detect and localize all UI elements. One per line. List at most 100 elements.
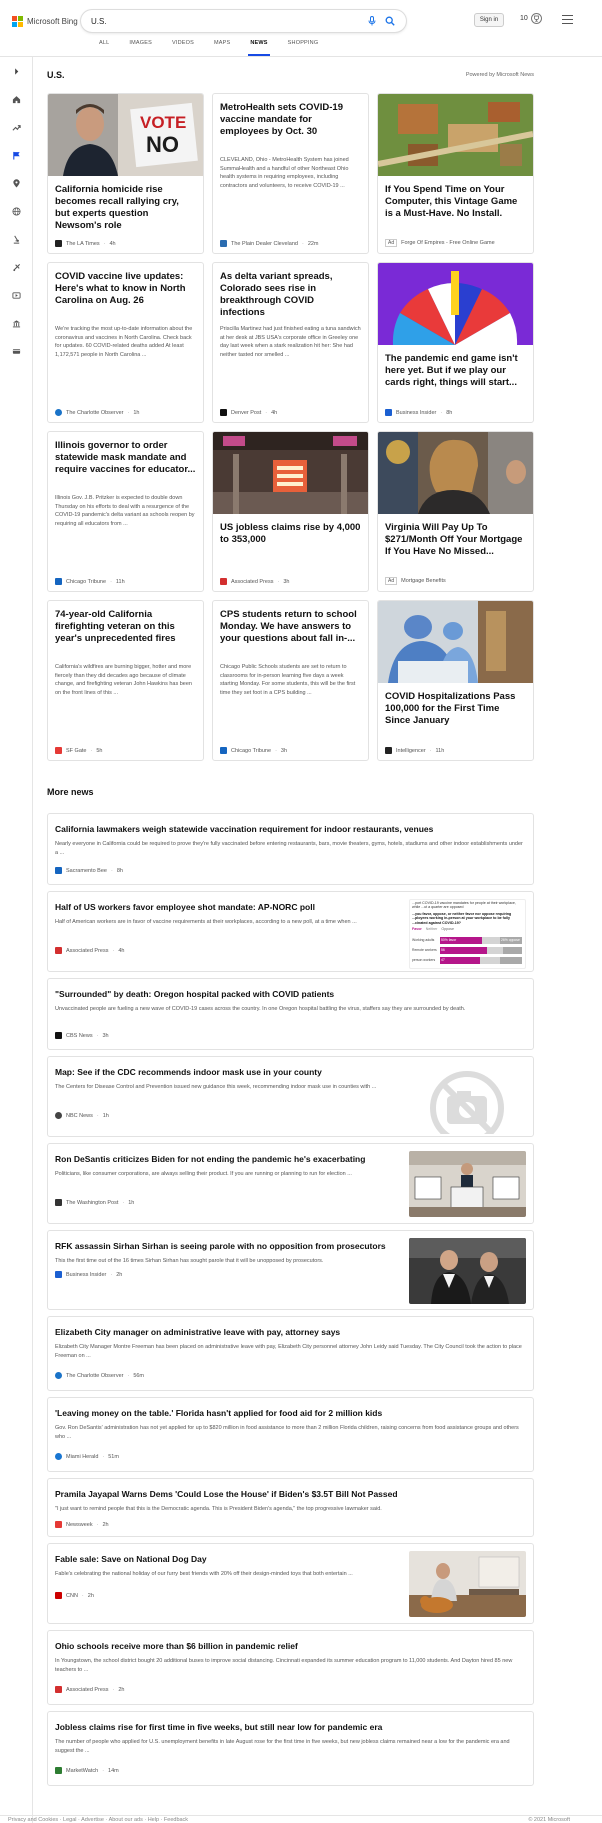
- row-title[interactable]: Ron DeSantis criticizes Biden for not en…: [55, 1154, 365, 1165]
- row-title[interactable]: Fable sale: Save on National Dog Day: [55, 1554, 207, 1565]
- news-list-item[interactable]: Ron DeSantis criticizes Biden for not en…: [47, 1143, 534, 1224]
- row-source[interactable]: Newsweek · 2h: [55, 1521, 109, 1528]
- news-list-item[interactable]: Pramila Jayapal Warns Dems 'Could Lose t…: [47, 1478, 534, 1537]
- news-card[interactable]: Illinois governor to order statewide mas…: [47, 431, 204, 592]
- search-box[interactable]: U.S.: [81, 10, 406, 32]
- hamburger-menu-icon[interactable]: [562, 15, 573, 24]
- card-title[interactable]: 74-year-old California firefighting vete…: [55, 609, 196, 645]
- news-card[interactable]: VOTE NO California homicide rise becomes …: [47, 93, 204, 254]
- entertainment-icon[interactable]: [0, 281, 33, 309]
- trending-icon[interactable]: [0, 113, 33, 141]
- chevron-right-icon[interactable]: [0, 57, 33, 85]
- ad-source[interactable]: Ad Forge Of Empires - Free Online Game: [385, 239, 495, 247]
- card-title[interactable]: COVID Hospitalizations Pass 100,000 for …: [385, 691, 526, 727]
- row-source[interactable]: Sacramento Bee · 8h: [55, 867, 123, 874]
- card-source[interactable]: Denver Post · 4h: [220, 409, 277, 416]
- microphone-icon[interactable]: [366, 15, 378, 27]
- card-source[interactable]: Associated Press · 3h: [220, 578, 289, 585]
- row-title[interactable]: Ohio schools receive more than $6 billio…: [55, 1641, 298, 1652]
- card-title[interactable]: COVID vaccine live updates: Here's what …: [55, 271, 196, 307]
- globe-icon[interactable]: [0, 197, 33, 225]
- sign-in-button[interactable]: Sign in: [474, 13, 504, 27]
- card-title[interactable]: MetroHealth sets COVID-19 vaccine mandat…: [220, 102, 361, 138]
- location-pin-icon[interactable]: [0, 169, 33, 197]
- money-icon[interactable]: [0, 337, 33, 365]
- news-card[interactable]: COVID vaccine live updates: Here's what …: [47, 262, 204, 423]
- footer-links[interactable]: Privacy and Cookies · Legal · Advertise …: [8, 1817, 188, 1823]
- row-source[interactable]: CBS News · 3h: [55, 1032, 109, 1039]
- news-card[interactable]: CPS students return to school Monday. We…: [212, 600, 369, 761]
- row-title[interactable]: Half of US workers favor employee shot m…: [55, 902, 315, 913]
- science-icon[interactable]: [0, 225, 33, 253]
- row-source[interactable]: Miami Herald · 51m: [55, 1453, 119, 1460]
- news-list-item[interactable]: Jobless claims rise for first time in fi…: [47, 1711, 534, 1786]
- tab-videos[interactable]: VIDEOS: [162, 40, 204, 56]
- news-list-item[interactable]: RFK assassin Sirhan Sirhan is seeing par…: [47, 1230, 534, 1310]
- card-source[interactable]: Intelligencer · 11h: [385, 747, 444, 754]
- news-list-item[interactable]: Elizabeth City manager on administrative…: [47, 1316, 534, 1391]
- row-source[interactable]: NBC News · 1h: [55, 1112, 109, 1119]
- row-title[interactable]: "Surrounded" by death: Oregon hospital p…: [55, 989, 334, 1000]
- news-card[interactable]: The pandemic end game isn't here yet. Bu…: [377, 262, 534, 423]
- card-title[interactable]: US jobless claims rise by 4,000 to 353,0…: [220, 522, 361, 546]
- tab-images[interactable]: IMAGES: [119, 40, 162, 56]
- row-title[interactable]: RFK assassin Sirhan Sirhan is seeing par…: [55, 1241, 386, 1252]
- row-source[interactable]: Associated Press · 2h: [55, 1686, 124, 1693]
- row-title[interactable]: Jobless claims rise for first time in fi…: [55, 1722, 382, 1733]
- card-title[interactable]: As delta variant spreads, Colorado sees …: [220, 271, 361, 319]
- ad-card[interactable]: Virginia Will Pay Up To $271/Month Off Y…: [377, 431, 534, 592]
- news-list-item[interactable]: Fable sale: Save on National Dog Day Fab…: [47, 1543, 534, 1624]
- card-title[interactable]: The pandemic end game isn't here yet. Bu…: [385, 353, 526, 389]
- row-title[interactable]: California lawmakers weigh statewide vac…: [55, 824, 433, 835]
- ad-source[interactable]: Ad Mortgage Benefits: [385, 577, 446, 585]
- row-source[interactable]: Associated Press · 4h: [55, 947, 124, 954]
- powered-by[interactable]: Powered by Microsoft News: [466, 72, 534, 78]
- card-title[interactable]: California homicide rise becomes recall …: [55, 184, 196, 232]
- business-icon[interactable]: [0, 309, 33, 337]
- row-title[interactable]: Elizabeth City manager on administrative…: [55, 1327, 340, 1338]
- separator: ·: [275, 747, 277, 754]
- news-list-item[interactable]: California lawmakers weigh statewide vac…: [47, 813, 534, 885]
- tab-news[interactable]: NEWS: [240, 40, 277, 56]
- row-title[interactable]: Map: See if the CDC recommends indoor ma…: [55, 1067, 322, 1078]
- news-list-item[interactable]: Half of US workers favor employee shot m…: [47, 891, 534, 972]
- card-source[interactable]: The Plain Dealer Cleveland · 22m: [220, 240, 319, 247]
- search-input[interactable]: U.S.: [91, 17, 360, 26]
- card-title[interactable]: If You Spend Time on Your Computer, this…: [385, 184, 526, 220]
- row-source[interactable]: The Washington Post · 1h: [55, 1199, 134, 1206]
- card-source[interactable]: Chicago Tribune · 11h: [55, 578, 125, 585]
- ad-card[interactable]: If You Spend Time on Your Computer, this…: [377, 93, 534, 254]
- bing-logo[interactable]: Microsoft Bing: [12, 16, 78, 27]
- news-card[interactable]: US jobless claims rise by 4,000 to 353,0…: [212, 431, 369, 592]
- news-list-item[interactable]: 'Leaving money on the table.' Florida ha…: [47, 1397, 534, 1472]
- flag-icon[interactable]: [0, 141, 33, 169]
- card-source[interactable]: SF Gate · 5h: [55, 747, 102, 754]
- news-list-item[interactable]: Map: See if the CDC recommends indoor ma…: [47, 1056, 534, 1137]
- card-source[interactable]: Business Insider · 8h: [385, 409, 452, 416]
- news-list-item[interactable]: "Surrounded" by death: Oregon hospital p…: [47, 978, 534, 1050]
- row-title[interactable]: 'Leaving money on the table.' Florida ha…: [55, 1408, 382, 1419]
- news-card[interactable]: As delta variant spreads, Colorado sees …: [212, 262, 369, 423]
- row-source[interactable]: The Charlotte Observer · 56m: [55, 1372, 144, 1379]
- card-source[interactable]: The Charlotte Observer · 1h: [55, 409, 139, 416]
- tab-shopping[interactable]: SHOPPING: [278, 40, 329, 56]
- card-source[interactable]: Chicago Tribune · 3h: [220, 747, 287, 754]
- sports-icon[interactable]: [0, 253, 33, 281]
- search-icon[interactable]: [384, 15, 396, 27]
- home-icon[interactable]: [0, 85, 33, 113]
- tab-all[interactable]: ALL: [89, 40, 119, 56]
- news-card[interactable]: 74-year-old California firefighting vete…: [47, 600, 204, 761]
- card-title[interactable]: CPS students return to school Monday. We…: [220, 609, 361, 645]
- row-source[interactable]: Business Insider · 2h: [55, 1271, 122, 1278]
- card-title[interactable]: Virginia Will Pay Up To $271/Month Off Y…: [385, 522, 526, 558]
- rewards-button[interactable]: 10: [520, 13, 542, 24]
- row-title[interactable]: Pramila Jayapal Warns Dems 'Could Lose t…: [55, 1489, 398, 1500]
- news-card[interactable]: COVID Hospitalizations Pass 100,000 for …: [377, 600, 534, 761]
- row-source[interactable]: MarketWatch · 14m: [55, 1767, 119, 1774]
- card-source[interactable]: The LA Times · 4h: [55, 240, 116, 247]
- card-title[interactable]: Illinois governor to order statewide mas…: [55, 440, 196, 476]
- row-source[interactable]: CNN · 2h: [55, 1592, 94, 1599]
- news-list-item[interactable]: Ohio schools receive more than $6 billio…: [47, 1630, 534, 1705]
- tab-maps[interactable]: MAPS: [204, 40, 240, 56]
- news-card[interactable]: MetroHealth sets COVID-19 vaccine mandat…: [212, 93, 369, 254]
